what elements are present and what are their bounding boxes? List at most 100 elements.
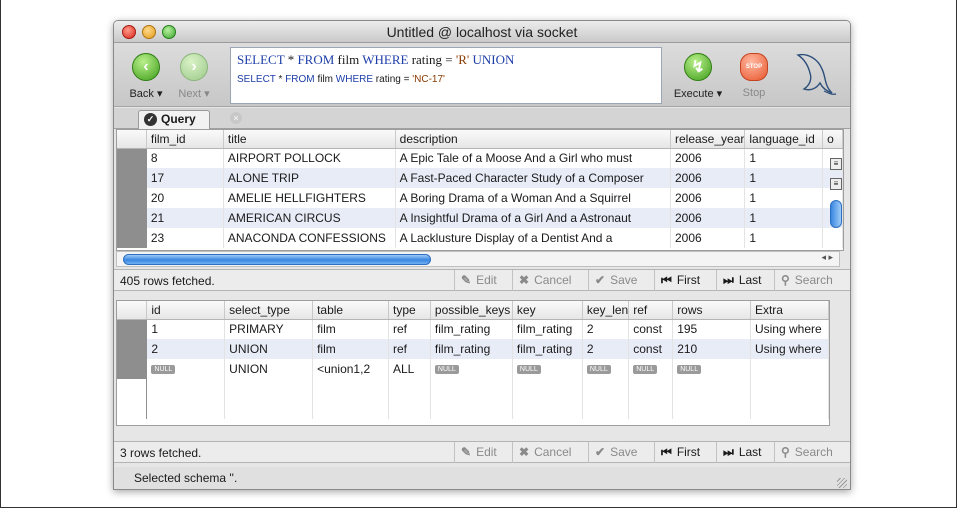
column-header[interactable]: description [395,130,671,149]
query-editor[interactable]: SELECT * FROM film WHERE rating = 'R' UN… [230,47,662,104]
table-cell[interactable]: 1 [744,168,824,188]
table-cell[interactable]: film [312,339,389,359]
table-cell[interactable]: 2 [146,339,226,359]
column-header[interactable]: Extra [750,301,829,320]
column-header[interactable]: title [223,130,396,149]
column-header[interactable]: rows [672,301,751,320]
back-button[interactable]: ‹ Back ▾ [124,53,168,100]
cancel-button[interactable]: ✖ Cancel [512,270,588,291]
table-cell[interactable]: A Fast-Paced Character Study of a Compos… [395,168,671,188]
table-cell[interactable]: 2006 [670,168,746,188]
column-header[interactable]: key [512,301,583,320]
first-button[interactable]: ⏮ First [654,270,716,291]
save-button[interactable]: ✔ Save [588,442,654,463]
table-cell[interactable]: A Lacklusture Display of a Dentist And a [395,228,671,248]
table-cell[interactable]: const [628,339,674,359]
table-cell[interactable]: NULL [628,359,674,379]
column-header[interactable]: possible_keys [430,301,513,320]
row-selector[interactable] [117,148,147,168]
table-cell[interactable]: ANACONDA CONFESSIONS [223,228,396,248]
save-button[interactable]: ✔ Save [588,270,654,291]
table-cell[interactable]: AMELIE HELLFIGHTERS [223,188,396,208]
row-detail-icon[interactable]: ≡ [830,178,842,190]
table-cell[interactable]: ALONE TRIP [223,168,396,188]
row-selector[interactable] [117,359,148,379]
table-cell[interactable]: 1 [744,148,824,168]
table-cell[interactable]: A Insightful Drama of a Girl And a Astro… [395,208,671,228]
cancel-button[interactable]: ✖ Cancel [512,442,588,463]
close-tab-icon[interactable]: × [230,112,242,124]
table-cell[interactable]: Using where [750,319,829,339]
column-header[interactable]: o [822,130,843,149]
table-cell[interactable]: 8 [146,148,224,168]
table-cell[interactable]: 210 [672,339,751,359]
column-header[interactable]: release_year [670,130,746,149]
table-cell[interactable]: 2 [582,319,630,339]
table-cell[interactable]: film_rating [512,339,583,359]
zoom-window-button[interactable] [162,25,176,39]
search-button[interactable]: ⚲ Search [774,442,850,463]
edit-button[interactable]: ✎ Edit [454,442,512,463]
row-detail-icon[interactable]: ≡ [830,158,842,170]
table-row[interactable]: 23 ANACONDA CONFESSIONS A Lacklusture Di… [117,228,843,248]
table-cell[interactable]: AIRPORT POLLOCK [223,148,396,168]
table-cell[interactable] [750,359,829,379]
table-row[interactable]: 21 AMERICAN CIRCUS A Insightful Drama of… [117,208,843,228]
last-button[interactable]: ⏭ Last [716,270,774,291]
table-cell[interactable]: 195 [672,319,751,339]
table-cell[interactable]: 1 [744,188,824,208]
table-cell[interactable]: 2006 [670,208,746,228]
column-header[interactable]: id [146,301,226,320]
table-cell[interactable]: Using where [750,339,829,359]
last-button[interactable]: ⏭ Last [716,442,774,463]
table-cell[interactable]: UNION [224,359,314,379]
table-cell[interactable]: film_rating [430,339,513,359]
row-selector[interactable] [117,188,147,208]
tab-query[interactable]: ✓ Query [138,110,210,129]
results-vertical-scrollbar[interactable] [829,194,843,250]
table-cell[interactable]: NULL [582,359,630,379]
table-cell[interactable]: NULL [672,359,751,379]
execute-button[interactable]: ↯ Execute ▾ [670,53,726,100]
table-cell[interactable]: <union1,2 [312,359,389,379]
close-window-button[interactable] [122,25,136,39]
table-row[interactable]: 20 AMELIE HELLFIGHTERS A Boring Drama of… [117,188,843,208]
table-cell[interactable]: NULL [430,359,513,379]
column-header[interactable]: language_id [744,130,824,149]
table-cell[interactable]: 1 [744,208,824,228]
table-cell[interactable]: 2 [582,339,630,359]
table-cell[interactable]: 2006 [670,148,746,168]
table-cell[interactable]: A Epic Tale of a Moose And a Girl who mu… [395,148,671,168]
column-header[interactable]: key_len [582,301,630,320]
resize-grip-icon[interactable] [837,478,847,488]
table-cell[interactable]: NULL [512,359,583,379]
column-header[interactable]: select_type [224,301,314,320]
table-cell[interactable]: ref [388,339,431,359]
row-selector[interactable] [117,168,147,188]
table-cell[interactable]: NULL [146,359,226,379]
row-selector[interactable] [117,208,147,228]
table-row[interactable]: 2 UNION film ref film_rating film_rating… [117,339,829,359]
table-cell[interactable]: A Boring Drama of a Woman And a Squirrel [395,188,671,208]
table-cell[interactable]: ref [388,319,431,339]
row-selector[interactable] [117,319,148,339]
table-row[interactable]: 17 ALONE TRIP A Fast-Paced Character Stu… [117,168,843,188]
table-cell[interactable]: 1 [744,228,824,248]
table-cell[interactable]: PRIMARY [224,319,314,339]
table-cell[interactable]: 17 [146,168,224,188]
minimize-window-button[interactable] [142,25,156,39]
column-header[interactable]: table [312,301,389,320]
stop-button[interactable]: STOP Stop [734,53,774,99]
explain-grid[interactable]: id select_type table type possible_keys … [116,300,830,426]
table-cell[interactable]: AMERICAN CIRCUS [223,208,396,228]
table-cell[interactable]: 2006 [670,228,746,248]
edit-button[interactable]: ✎ Edit [454,270,512,291]
horizontal-scroll-thumb[interactable] [123,254,431,265]
scroll-arrows-icon[interactable]: ◂ ▸ [821,252,833,263]
table-row[interactable]: NULL UNION <union1,2 ALL NULL NULL NULL … [117,359,829,379]
table-cell[interactable]: 20 [146,188,224,208]
next-button[interactable]: › Next ▾ [172,53,216,100]
table-cell[interactable]: 23 [146,228,224,248]
column-header[interactable]: film_id [146,130,224,149]
table-cell[interactable]: 2006 [670,188,746,208]
